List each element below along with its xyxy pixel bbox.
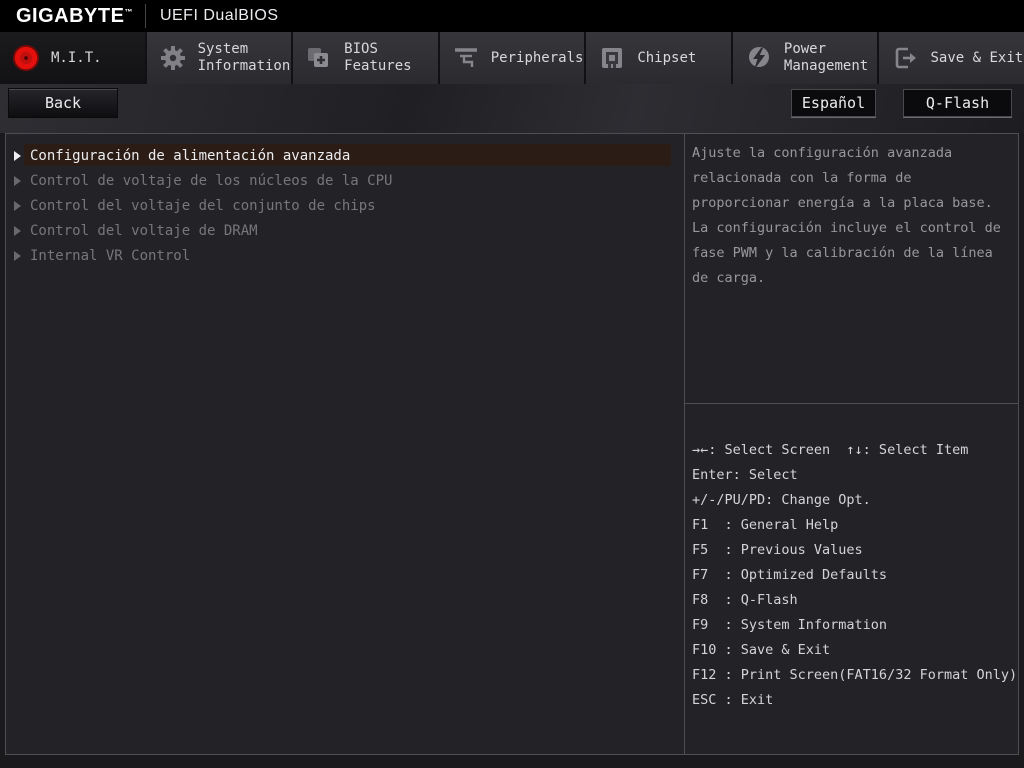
back-button[interactable]: Back <box>8 88 118 118</box>
title-bar: GIGABYTE™ UEFI DualBIOS <box>0 0 1024 32</box>
toolbar: Back Español Q-Flash <box>0 84 1024 133</box>
submenu-arrow-icon <box>14 251 21 261</box>
help-text-line: relacionada con la forma de <box>692 166 1010 191</box>
submenu-arrow-icon <box>14 201 21 211</box>
menu-item-internal-vr-control[interactable]: Internal VR Control <box>6 243 684 268</box>
tab-label: BIOS Features <box>344 41 438 75</box>
chipset-icon <box>596 42 628 74</box>
shortcut-line: →←: Select Screen ↑↓: Select Item <box>692 438 1018 463</box>
bios-title: UEFI DualBIOS <box>160 7 279 25</box>
tab-label: Power Management <box>784 41 878 75</box>
power-lightning-icon <box>743 42 775 74</box>
help-text-line: La configuración incluye el control de <box>692 216 1010 241</box>
tab-save-exit[interactable]: Save & Exit <box>879 32 1024 84</box>
shortcut-line: F5 : Previous Values <box>692 538 1018 563</box>
shortcut-line: F10 : Save & Exit <box>692 638 1018 663</box>
shortcut-line: +/-/PU/PD: Change Opt. <box>692 488 1018 513</box>
gigabyte-logo: GIGABYTE™ <box>16 5 133 28</box>
help-sidebar: Ajuste la configuración avanzada relacio… <box>684 134 1018 754</box>
qflash-button[interactable]: Q-Flash <box>903 89 1012 117</box>
main-tab-bar: M.I.T. System Information <box>0 32 1024 84</box>
shortcut-line: Enter: Select <box>692 463 1018 488</box>
menu-item-chipset-voltage[interactable]: Control del voltaje del conjunto de chip… <box>6 193 684 218</box>
help-text-line: Ajuste la configuración avanzada <box>692 141 1010 166</box>
bios-content-panel: Configuración de alimentación avanzada C… <box>5 133 1019 755</box>
menu-item-label: Internal VR Control <box>30 248 190 264</box>
shortcut-line: F1 : General Help <box>692 513 1018 538</box>
shortcut-line: F8 : Q-Flash <box>692 588 1018 613</box>
language-button[interactable]: Español <box>791 89 876 117</box>
help-text-line: proporcionar energía a la placa base. <box>692 191 1010 216</box>
header-divider <box>145 4 146 28</box>
tab-peripherals[interactable]: Peripherals <box>440 32 585 84</box>
save-exit-icon <box>889 42 921 74</box>
peripherals-icon <box>450 42 482 74</box>
tab-system-information[interactable]: System Information <box>147 32 292 84</box>
menu-item-dram-voltage[interactable]: Control del voltaje de DRAM <box>6 218 684 243</box>
menu-item-label: Control del voltaje del conjunto de chip… <box>30 198 376 214</box>
tab-label: M.I.T. <box>51 50 102 67</box>
item-help-text: Ajuste la configuración avanzada relacio… <box>685 134 1018 404</box>
menu-item-cpu-core-voltage[interactable]: Control de voltaje de los núcleos de la … <box>6 168 684 193</box>
shortcut-line: F9 : System Information <box>692 613 1018 638</box>
help-text-line: de carga. <box>692 266 1010 291</box>
menu-item-label: Control del voltaje de DRAM <box>30 223 258 239</box>
shortcut-line: ESC : Exit <box>692 688 1018 713</box>
trademark-symbol: ™ <box>124 7 133 16</box>
help-text-line: fase PWM y la calibración de la línea <box>692 241 1010 266</box>
bios-features-icon <box>303 42 335 74</box>
mit-red-dot-icon <box>10 42 42 74</box>
menu-item-label: Configuración de alimentación avanzada <box>30 148 350 164</box>
uefi-bios-screen: { "header": { "brand": "GIGABYTE", "trad… <box>0 0 1024 768</box>
submenu-arrow-icon <box>14 151 21 161</box>
keyboard-shortcuts-legend: →←: Select Screen ↑↓: Select Item Enter:… <box>685 404 1018 713</box>
submenu-arrow-icon <box>14 176 21 186</box>
tab-label: Peripherals <box>491 50 584 67</box>
gear-icon <box>157 42 189 74</box>
shortcut-line: F7 : Optimized Defaults <box>692 563 1018 588</box>
tab-chipset[interactable]: Chipset <box>586 32 731 84</box>
mit-menu-list: Configuración de alimentación avanzada C… <box>6 134 684 754</box>
tab-bios-features[interactable]: BIOS Features <box>293 32 438 84</box>
tab-mit[interactable]: M.I.T. <box>0 32 145 84</box>
shortcut-line: F12 : Print Screen(FAT16/32 Format Only) <box>692 663 1018 688</box>
tab-label: Save & Exit <box>930 50 1023 67</box>
menu-item-advanced-power-settings[interactable]: Configuración de alimentación avanzada <box>6 143 684 168</box>
tab-label: System Information <box>198 41 292 75</box>
submenu-arrow-icon <box>14 226 21 236</box>
tab-label: Chipset <box>637 50 696 67</box>
menu-item-label: Control de voltaje de los núcleos de la … <box>30 173 392 189</box>
tab-power-management[interactable]: Power Management <box>733 32 878 84</box>
